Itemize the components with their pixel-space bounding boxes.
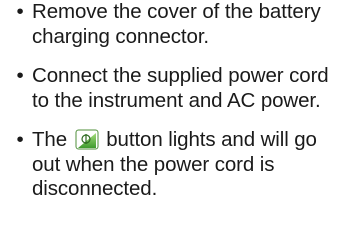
instruction-list: • Remove the cover of the battery chargi… (12, 0, 337, 202)
bullet: • (16, 128, 24, 151)
instruction-step-remove-cover: • Remove the cover of the battery chargi… (12, 0, 337, 49)
step-text: Remove the cover of the battery charging… (32, 0, 321, 48)
power-button-icon (75, 129, 99, 150)
step-text: Connect the supplied power cord to the i… (32, 64, 329, 112)
instruction-step-connect-power-cord: • Connect the supplied power cord to the… (12, 64, 337, 113)
bullet: • (16, 0, 24, 23)
instruction-step-power-button-lights: • The button lights and will go out when… (12, 128, 337, 202)
step-text-before-icon: The (32, 128, 68, 151)
bullet: • (16, 64, 24, 87)
